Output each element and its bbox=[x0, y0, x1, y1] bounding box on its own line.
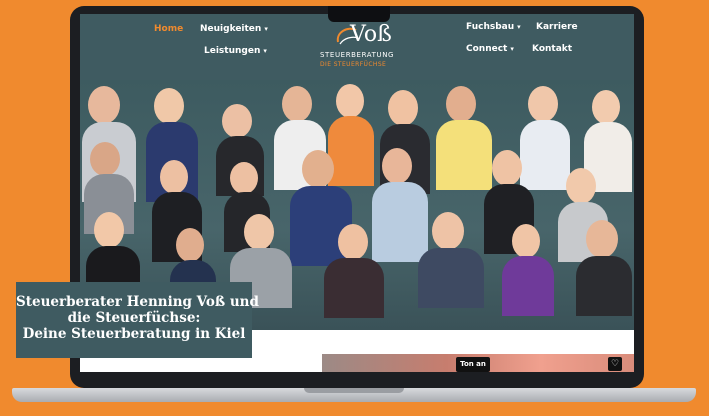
nav-services[interactable]: Leistungen ▾ bbox=[204, 46, 267, 56]
chevron-down-icon: ▾ bbox=[517, 23, 521, 31]
chevron-down-icon: ▾ bbox=[264, 25, 268, 33]
heart-icon[interactable]: ♡ bbox=[608, 357, 622, 371]
logo-name: STEUERBERATUNG bbox=[320, 51, 395, 59]
site-header: Home Neuigkeiten ▾ Leistungen ▾ Voß STEUER… bbox=[80, 14, 634, 80]
chevron-down-icon: ▾ bbox=[510, 45, 514, 53]
nav-news[interactable]: Neuigkeiten ▾ bbox=[200, 24, 268, 34]
nav-fuchsbau-label: Fuchsbau bbox=[466, 22, 515, 32]
nav-home[interactable]: Home bbox=[154, 24, 183, 34]
camera-notch bbox=[328, 6, 390, 22]
nav-services-label: Leistungen bbox=[204, 46, 261, 56]
chevron-down-icon: ▾ bbox=[263, 47, 267, 55]
logo-subtitle: DIE STEUERFÜCHSE bbox=[320, 61, 387, 68]
nav-fuchsbau[interactable]: Fuchsbau ▾ bbox=[466, 22, 521, 32]
nav-connect[interactable]: Connect ▾ bbox=[466, 44, 514, 54]
site-logo[interactable]: Voß STEUERBERATUNG DIE STEUERFÜCHSE bbox=[320, 22, 402, 70]
sound-on-button[interactable]: Ton an bbox=[456, 357, 490, 372]
nav-connect-label: Connect bbox=[466, 44, 508, 54]
hero-title-line2: die Steuerfüchse: bbox=[67, 310, 201, 326]
nav-news-label: Neuigkeiten bbox=[200, 24, 262, 34]
nav-contact[interactable]: Kontakt bbox=[532, 44, 572, 54]
laptop-base-notch bbox=[304, 388, 404, 393]
logo-mark: Voß bbox=[350, 22, 392, 47]
hero-title-line1: Steuerberater Henning Voß und bbox=[16, 294, 259, 310]
hero-title-card: Steuerberater Henning Voß und die Steuer… bbox=[16, 282, 259, 358]
nav-career[interactable]: Karriere bbox=[536, 22, 578, 32]
hero-title-line3: Deine Steuerberatung in Kiel bbox=[22, 326, 246, 342]
